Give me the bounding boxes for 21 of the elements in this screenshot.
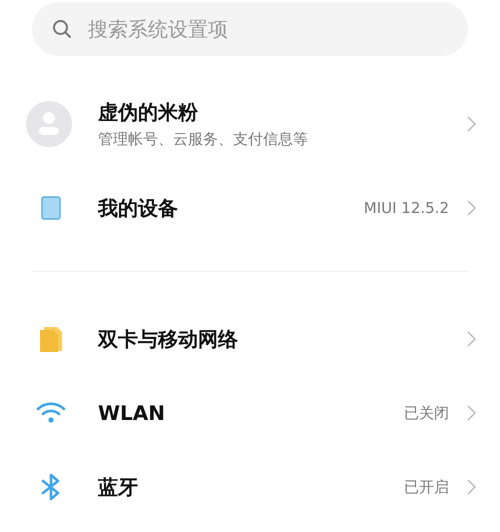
sim-card-icon xyxy=(39,326,63,352)
account-subtitle: 管理帐号、云服务、支付信息等 xyxy=(98,130,309,149)
setting-label[interactable]: WLAN xyxy=(98,401,404,425)
setting-value: 已关闭 xyxy=(404,404,449,422)
chevron-icon xyxy=(467,200,476,216)
tablet-icon xyxy=(41,196,61,220)
setting-label[interactable]: 蓝牙 xyxy=(98,474,404,500)
chevron-icon xyxy=(467,479,476,495)
setting-value: 已开启 xyxy=(404,478,449,496)
search-field[interactable]: 搜索系统设置项 xyxy=(32,2,468,56)
setting-label[interactable]: 双卡与移动网络 xyxy=(98,326,467,352)
setting-label[interactable]: 我的设备 xyxy=(98,194,364,222)
avatar-icon xyxy=(26,101,72,147)
wifi-icon xyxy=(36,402,66,424)
chevron-icon xyxy=(467,116,476,132)
chevron-icon xyxy=(467,331,476,347)
search-icon xyxy=(52,19,72,39)
bluetooth-icon xyxy=(40,473,62,501)
account-name: 虚伪的米粉 xyxy=(98,99,199,126)
chevron-icon xyxy=(467,405,476,421)
setting-value: MIUI 12.5.2 xyxy=(364,199,449,217)
